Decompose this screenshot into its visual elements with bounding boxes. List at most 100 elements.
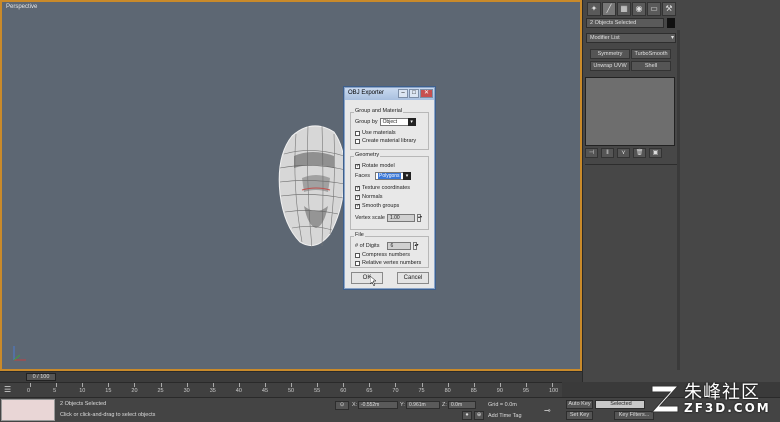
modifier-stack-list[interactable] — [585, 77, 675, 146]
ok-button[interactable]: OK — [351, 272, 383, 284]
object-color-swatch[interactable] — [667, 18, 675, 28]
smooth-groups-checkbox[interactable]: ✓ — [355, 203, 360, 209]
add-time-tag[interactable]: Add Time Tag — [488, 413, 522, 419]
prompt-line: Click or click-and-drag to select object… — [60, 412, 156, 418]
head-wireframe-model[interactable] — [272, 116, 352, 256]
set-key-button[interactable]: Set Key — [566, 411, 593, 420]
create-library-checkbox[interactable] — [355, 138, 360, 144]
modify-tab-icon[interactable]: ╱ — [602, 2, 616, 16]
key-icon[interactable]: ⊸ — [544, 406, 551, 415]
ruler-tick-mark — [108, 383, 110, 387]
axis-tripod-icon — [13, 346, 26, 361]
remove-modifier-icon[interactable]: 🗑 — [633, 148, 646, 158]
display-tab-icon[interactable]: ▭ — [647, 2, 661, 16]
y-label: Y: — [400, 402, 405, 408]
normals-checkbox[interactable]: ✓ — [355, 194, 360, 200]
vertex-scale-input[interactable]: 1.00 — [386, 214, 415, 222]
ruler-tick-label: 100 — [549, 388, 559, 394]
chevron-down-icon: ▾ — [670, 35, 674, 41]
mouse-cursor-icon — [370, 276, 377, 286]
viewport-label[interactable]: Perspective — [6, 4, 37, 10]
vertex-scale-label: Vertex scale — [355, 215, 385, 221]
utilities-tab-icon[interactable]: ⚒ — [662, 2, 676, 16]
show-end-result-icon[interactable]: ‖ — [601, 148, 614, 158]
ruler-tick-label: 10 — [79, 388, 86, 394]
time-slider-thumb[interactable]: 0 / 100 — [26, 373, 56, 381]
ruler-tick-label: 15 — [105, 388, 112, 394]
motion-tab-icon[interactable]: ◉ — [632, 2, 646, 16]
time-tag-icon[interactable]: ⊕ — [474, 411, 484, 420]
relative-numbers-checkbox[interactable] — [355, 260, 360, 266]
rotate-model-checkbox[interactable]: ✓ — [355, 163, 360, 169]
unwrap-uvw-button[interactable]: Unwrap UVW — [590, 61, 630, 71]
compress-numbers-checkbox[interactable] — [355, 252, 360, 258]
hierarchy-tab-icon[interactable]: ▦ — [617, 2, 631, 16]
digits-input[interactable]: 6 — [387, 242, 412, 250]
symmetry-button[interactable]: Symmetry — [590, 49, 630, 59]
command-panel-extension — [680, 0, 780, 382]
minimize-icon[interactable]: – — [398, 89, 408, 98]
make-unique-icon[interactable]: ⋎ — [617, 148, 630, 158]
z-label: Z: — [442, 402, 447, 408]
ruler-tick-mark — [291, 383, 292, 387]
ruler-tick-label: 75 — [418, 388, 425, 394]
shell-button[interactable]: Shell — [631, 61, 671, 71]
faces-select[interactable]: Polygons ▾ — [374, 172, 411, 180]
ruler-tick-mark — [134, 383, 136, 387]
perspective-viewport[interactable]: Perspective — [0, 0, 582, 371]
watermark-subtitle: ZF3D.COM — [684, 401, 771, 415]
ruler-tick-mark — [499, 383, 501, 387]
zf3d-logo-icon — [650, 385, 680, 413]
digits-label: # of Digits — [355, 243, 380, 249]
create-library-label: Create material library — [362, 138, 417, 144]
ruler-tick-label: 0 — [27, 388, 31, 394]
track-bar[interactable]: ☰ 0 5 10 15 20 25 30 35 40 45 50 55 60 65 70 75 80 85 90 95… — [0, 382, 562, 397]
lock-selection-icon[interactable]: ⊙ — [335, 401, 349, 410]
selection-name-field[interactable]: 2 Objects Selected — [586, 18, 664, 28]
y-coordinate[interactable]: 0.961m — [406, 401, 440, 409]
dialog-title: OBJ Exporter — [348, 90, 385, 96]
spinner-icon[interactable]: ▴▾ — [416, 214, 422, 222]
ruler-tick-mark — [160, 383, 162, 387]
texture-coords-checkbox[interactable]: ✓ — [355, 185, 360, 191]
modifier-list-dropdown[interactable]: Modifier List ▾ — [586, 33, 676, 43]
obj-exporter-dialog: OBJ Exporter – □ ✕ Group and Material Gr… — [344, 87, 435, 289]
maxscript-listener-field[interactable] — [1, 399, 55, 421]
create-tab-icon[interactable]: ✦ — [587, 2, 601, 16]
x-coordinate[interactable]: -0.552m — [358, 401, 398, 409]
configure-sets-icon[interactable]: ▣ — [649, 148, 662, 158]
ruler-tick-mark — [421, 383, 423, 387]
turbosmooth-button[interactable]: TurboSmooth — [631, 49, 671, 59]
grid-size: Grid = 0.0m — [488, 402, 517, 408]
close-icon[interactable]: ✕ — [420, 89, 433, 98]
ruler-tick-label: 40 — [235, 388, 242, 394]
ruler-tick-label: 80 — [444, 388, 451, 394]
ruler-tick-label: 95 — [522, 388, 530, 394]
chevron-down-icon: ▾ — [402, 172, 411, 180]
compress-numbers-label: Compress numbers — [362, 252, 410, 258]
file-section: File # of Digits 6 ▴▾ Compress numbers R… — [350, 232, 429, 268]
group-material-title: Group and Material — [354, 108, 404, 114]
pin-stack-icon[interactable]: ⊣ — [585, 148, 598, 158]
ruler-tick-mark — [525, 383, 527, 387]
maximize-icon[interactable]: □ — [409, 89, 419, 98]
selected-dropdown[interactable]: Selected — [595, 400, 645, 409]
z-coordinate[interactable]: 0.0m — [448, 401, 476, 409]
ruler-tick-mark — [473, 383, 475, 387]
cancel-button[interactable]: Cancel — [397, 272, 429, 284]
group-by-select[interactable]: Object ▾ — [379, 118, 416, 126]
time-slider[interactable]: 0 / 100 — [0, 371, 582, 382]
ruler-tick-mark — [238, 383, 240, 387]
ruler-tick-label: 30 — [183, 388, 190, 394]
command-panel-scrollbar[interactable] — [677, 30, 680, 370]
spinner-icon[interactable]: ▴▾ — [413, 242, 418, 250]
ruler-tick-label: 50 — [288, 388, 295, 394]
ruler-tick-label: 90 — [496, 388, 503, 394]
curve-editor-icon[interactable]: ☰ — [4, 385, 18, 396]
ruler-tick-label: 65 — [366, 388, 373, 394]
isolate-icon[interactable]: ● — [462, 411, 472, 420]
modifier-list-label: Modifier List — [590, 35, 620, 41]
auto-key-button[interactable]: Auto Key — [566, 400, 593, 409]
dialog-title-bar[interactable]: OBJ Exporter – □ ✕ — [345, 88, 434, 100]
use-materials-checkbox[interactable] — [355, 130, 360, 136]
